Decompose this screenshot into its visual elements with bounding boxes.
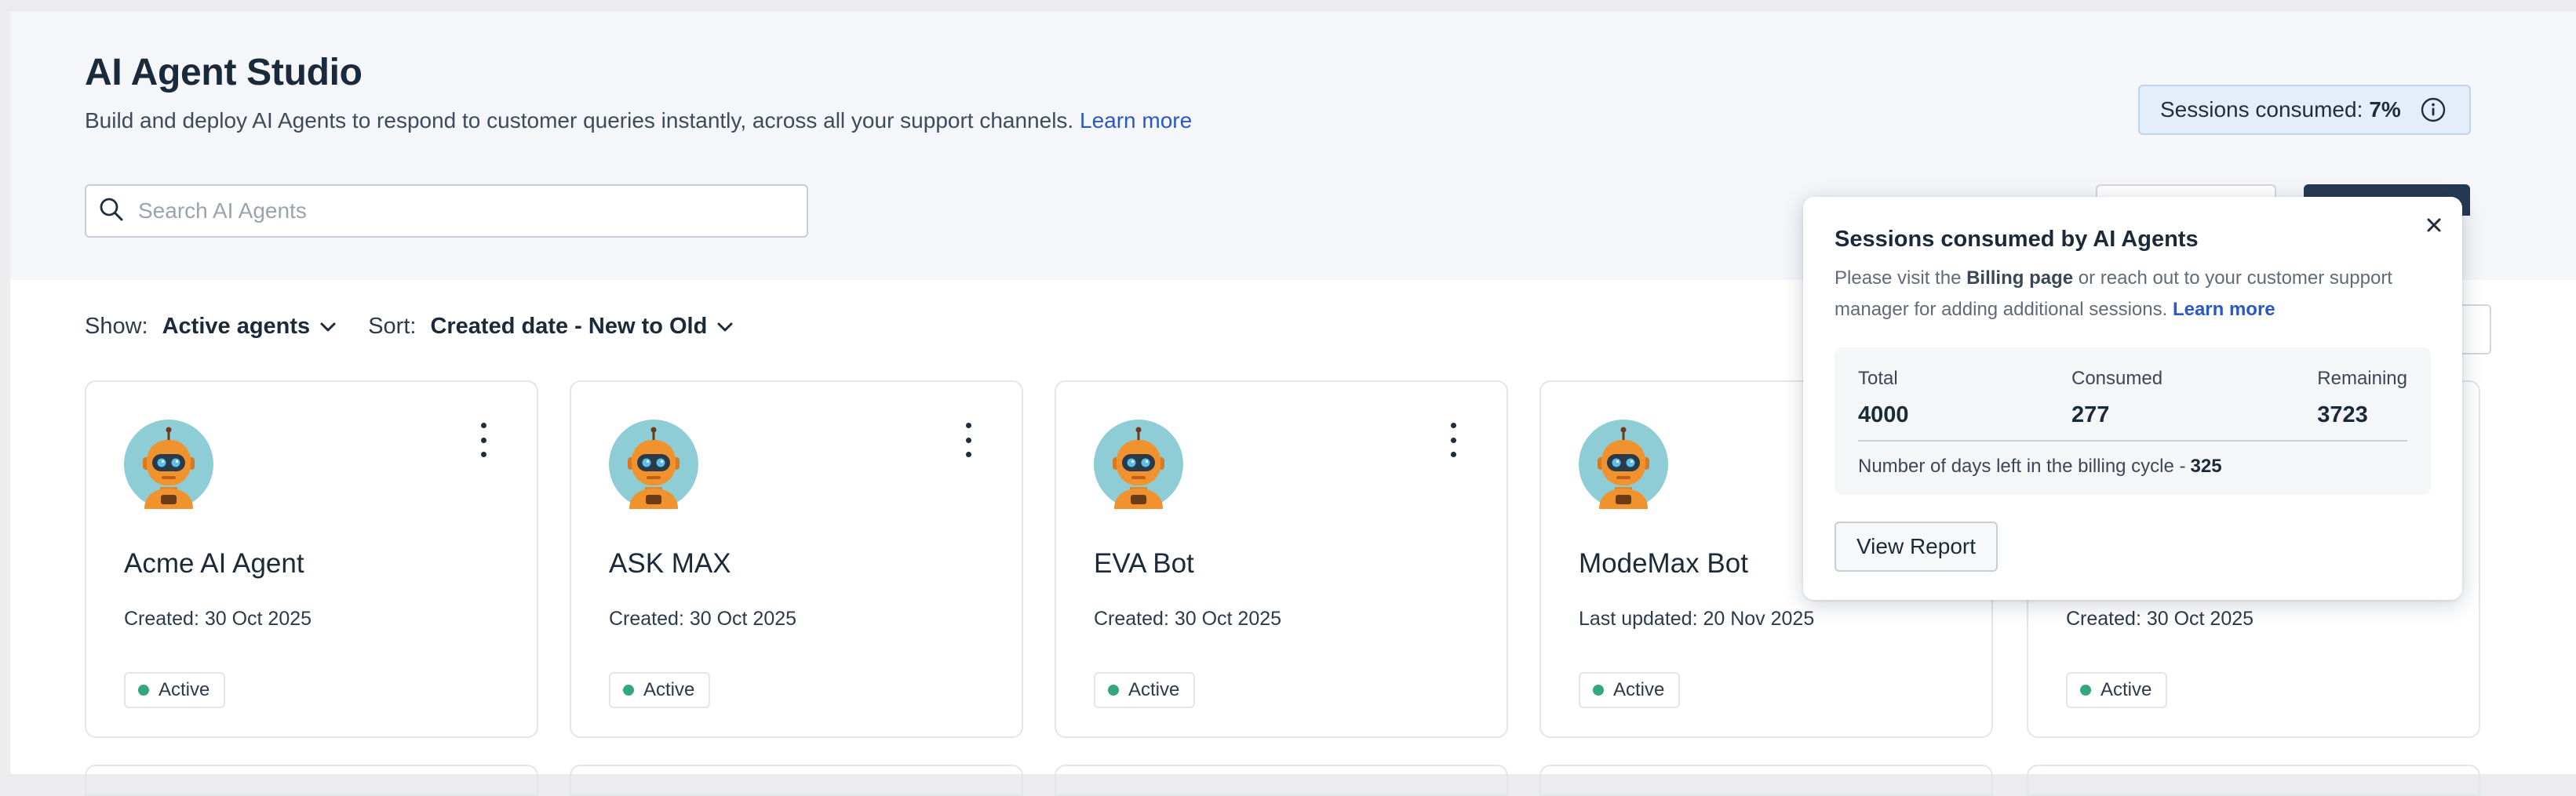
agent-card-partial[interactable] (570, 765, 1023, 796)
learn-more-link[interactable]: Learn more (1080, 108, 1192, 133)
agent-name: ModeMax Bot (1579, 548, 1748, 579)
billing-cycle-days: Number of days left in the billing cycle… (1858, 456, 2222, 478)
sessions-consumed-label: Sessions consumed: (2160, 97, 2363, 122)
info-icon[interactable] (2420, 96, 2447, 123)
sort-dropdown[interactable]: Created date - New to Old (430, 314, 707, 340)
agent-card-partial[interactable] (2027, 765, 2480, 796)
status-text: Active (1128, 679, 1180, 700)
stat-consumed: Consumed 277 (2071, 368, 2162, 428)
billing-page-link[interactable]: Billing page (1966, 267, 2073, 289)
status-dot (138, 685, 149, 696)
robot-avatar-icon (1094, 420, 1183, 509)
kebab-menu-icon[interactable] (477, 423, 490, 457)
sessions-stats-panel: Total 4000 Consumed 277 Remaining 3723 N… (1835, 347, 2431, 495)
popover-desc-text: Please visit the (1835, 267, 1962, 289)
divider (1858, 440, 2407, 442)
kebab-menu-icon[interactable] (962, 423, 975, 457)
chevron-down-icon[interactable] (319, 322, 337, 333)
sessions-popover: Sessions consumed by AI Agents Please vi… (1803, 197, 2462, 600)
search-box[interactable] (85, 184, 808, 238)
status-dot (1108, 685, 1119, 696)
stat-remaining: Remaining 3723 (2317, 368, 2407, 428)
popover-learn-more-link[interactable]: Learn more (2173, 299, 2275, 320)
kebab-menu-icon[interactable] (1447, 423, 1459, 457)
stat-remaining-label: Remaining (2317, 368, 2407, 389)
status-dot (2080, 685, 2091, 696)
agent-updated-date: Last updated: 20 Nov 2025 (1579, 608, 1815, 630)
show-filter-dropdown[interactable]: Active agents (162, 314, 311, 340)
agent-created-date: Created: 30 Oct 2025 (1094, 608, 1282, 630)
status-badge: Active (1094, 672, 1196, 708)
sessions-consumed-chip[interactable]: Sessions consumed: 7% (2138, 85, 2471, 135)
robot-avatar-icon (1579, 420, 1668, 509)
agent-card[interactable]: EVA Bot Created: 30 Oct 2025 Active (1055, 380, 1508, 738)
billing-days-value: 325 (2190, 456, 2222, 477)
page-subtitle: Build and deploy AI Agents to respond to… (85, 108, 1192, 133)
agent-created-date: Created: 30 Oct 2025 (2066, 608, 2254, 630)
close-icon[interactable] (2425, 216, 2443, 234)
stat-total-value: 4000 (1858, 402, 1909, 427)
chevron-down-icon[interactable] (716, 322, 734, 333)
page-title: AI Agent Studio (85, 52, 363, 93)
status-text: Active (158, 679, 210, 700)
sessions-consumed-percent: 7% (2369, 97, 2401, 122)
status-badge: Active (124, 672, 226, 708)
show-filter-label: Show: (85, 314, 148, 339)
status-text: Active (2101, 679, 2152, 700)
stat-consumed-value: 277 (2071, 402, 2110, 427)
filter-bar: Show: Active agents Sort: Created date -… (85, 314, 765, 340)
agent-card-partial[interactable] (1539, 765, 1993, 796)
robot-avatar-icon (124, 420, 213, 509)
obscured-toolbar-control[interactable] (2458, 304, 2491, 354)
view-report-button[interactable]: View Report (1835, 522, 1998, 572)
status-badge: Active (2066, 672, 2168, 708)
search-input[interactable] (137, 198, 783, 224)
status-badge: Active (1579, 672, 1681, 708)
agent-card[interactable]: ASK MAX Created: 30 Oct 2025 Active (570, 380, 1023, 738)
status-dot (1593, 685, 1604, 696)
status-dot (623, 685, 634, 696)
agent-card[interactable]: Acme AI Agent Created: 30 Oct 2025 Activ… (85, 380, 538, 738)
status-text: Active (1613, 679, 1665, 700)
agent-name: EVA Bot (1094, 548, 1194, 579)
agent-name: Acme AI Agent (124, 548, 304, 579)
agent-name: ASK MAX (609, 548, 731, 579)
stat-remaining-value: 3723 (2317, 402, 2368, 427)
stat-consumed-label: Consumed (2071, 368, 2163, 389)
sort-label: Sort: (368, 314, 417, 339)
status-badge: Active (609, 672, 711, 708)
search-icon (99, 197, 124, 226)
robot-avatar-icon (609, 420, 698, 509)
agent-created-date: Created: 30 Oct 2025 (124, 608, 312, 630)
popover-description: Please visit the Billing page or reach o… (1835, 263, 2431, 325)
stat-total: Total 4000 (1858, 368, 1909, 428)
agent-card-partial[interactable] (85, 765, 538, 796)
subtitle-text: Build and deploy AI Agents to respond to… (85, 108, 1074, 133)
status-text: Active (643, 679, 695, 700)
agent-created-date: Created: 30 Oct 2025 (609, 608, 797, 630)
stat-total-label: Total (1858, 368, 1898, 389)
agent-card-partial[interactable] (1055, 765, 1508, 796)
popover-title: Sessions consumed by AI Agents (1835, 227, 2199, 252)
billing-days-label: Number of days left in the billing cycle… (1858, 456, 2186, 477)
